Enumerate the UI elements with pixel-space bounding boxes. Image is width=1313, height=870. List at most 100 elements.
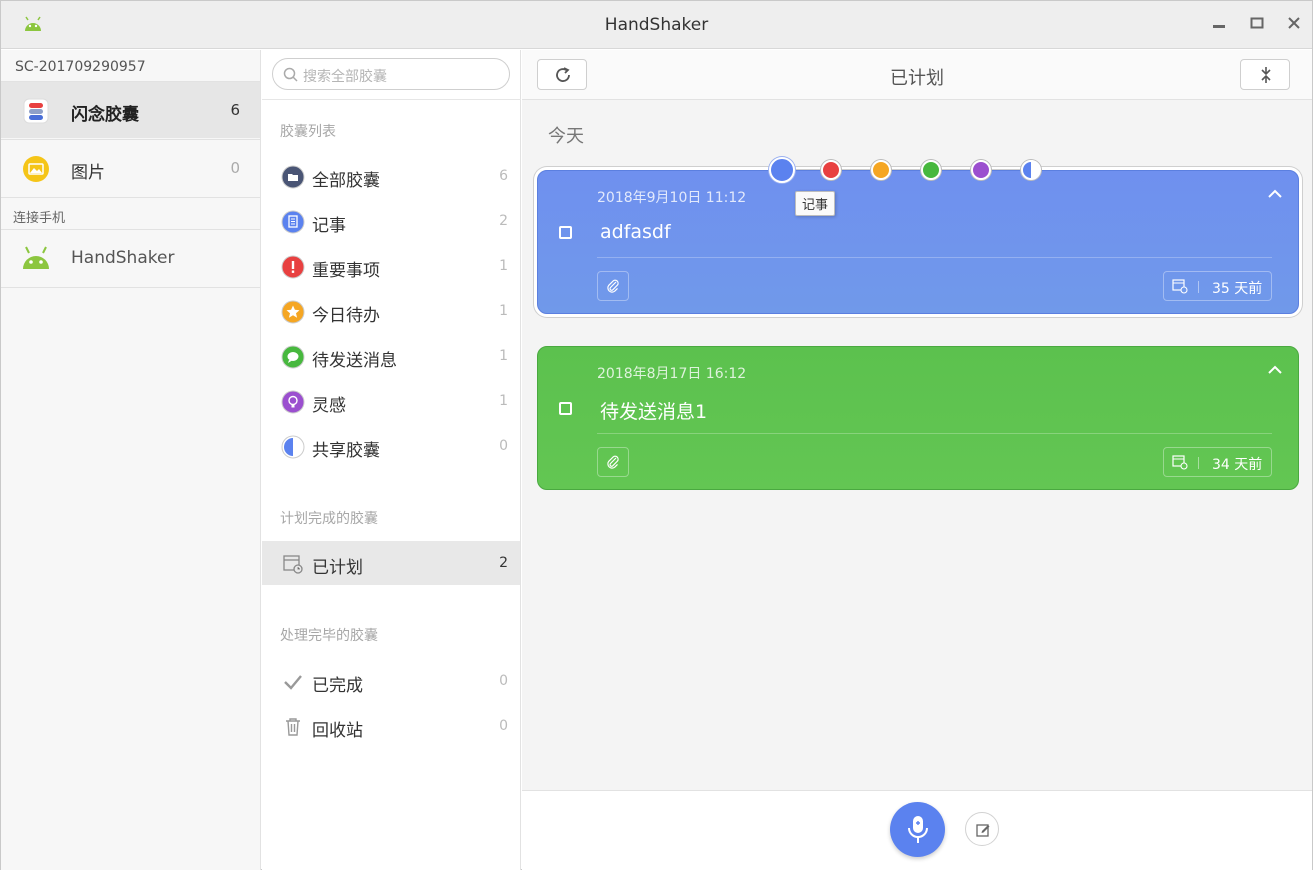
due-text: 35 天前 bbox=[1212, 281, 1263, 297]
sidebar-item-label: 图片 bbox=[71, 163, 105, 183]
check-icon bbox=[284, 675, 302, 690]
list-item-count: 1 bbox=[499, 258, 508, 274]
collapse-icon bbox=[1261, 67, 1271, 83]
collapse-all-button[interactable] bbox=[1240, 59, 1290, 90]
card-text[interactable]: adfasdf bbox=[600, 221, 671, 243]
color-option-green[interactable] bbox=[921, 160, 941, 180]
card-date: 2018年9月10日 11:12 bbox=[597, 190, 747, 206]
paperclip-icon bbox=[607, 279, 619, 293]
section-label: 计划完成的胶囊 bbox=[280, 511, 378, 527]
sidebar-item-count: 0 bbox=[230, 159, 240, 177]
title-bar: HandShaker bbox=[1, 1, 1312, 49]
bulb-icon bbox=[281, 390, 305, 414]
minimize-icon[interactable] bbox=[1209, 15, 1229, 35]
list-item-label: 记事 bbox=[312, 216, 346, 236]
sidebar-item-capsules[interactable]: 闪念胶囊 6 bbox=[1, 82, 260, 138]
card-date: 2018年8月17日 16:12 bbox=[597, 366, 747, 382]
list-item-pending-messages[interactable]: 待发送消息 1 bbox=[262, 334, 520, 378]
note-icon bbox=[281, 210, 305, 234]
list-item-count: 0 bbox=[499, 438, 508, 454]
capsule-panel: 搜索全部胶囊 胶囊列表 全部胶囊 6 记事 2 重要事项 1 今日待办 1 待发… bbox=[262, 50, 521, 870]
section-label: 处理完毕的胶囊 bbox=[280, 628, 378, 644]
calendar-icon bbox=[1172, 279, 1188, 294]
calendar-icon bbox=[283, 555, 303, 574]
list-item-count: 1 bbox=[499, 348, 508, 364]
device-id: SC-201709290957 bbox=[15, 59, 146, 75]
group-label: 今天 bbox=[548, 126, 584, 147]
search-icon bbox=[283, 67, 298, 82]
list-item-count: 0 bbox=[499, 673, 508, 689]
list-item-completed[interactable]: 已完成 0 bbox=[262, 659, 520, 703]
android-icon bbox=[23, 246, 49, 269]
main-panel: 已计划 今天 2018年9月10日 11:12 adfasdf 35 天前 记事… bbox=[522, 50, 1312, 870]
color-option-shared[interactable] bbox=[1021, 160, 1041, 180]
sidebar-item-label: 闪念胶囊 bbox=[71, 105, 139, 125]
list-item-trash[interactable]: 回收站 0 bbox=[262, 704, 520, 748]
complete-checkbox[interactable] bbox=[559, 402, 572, 415]
paperclip-icon bbox=[607, 455, 619, 469]
list-item-label: 已完成 bbox=[312, 676, 363, 696]
complete-checkbox[interactable] bbox=[559, 226, 572, 239]
list-item-planned[interactable]: 已计划 2 bbox=[262, 541, 520, 585]
page-title: 已计划 bbox=[890, 68, 944, 89]
new-capsule-button[interactable] bbox=[965, 812, 999, 846]
due-date-button[interactable]: 34 天前 bbox=[1163, 447, 1272, 477]
attach-button[interactable] bbox=[597, 447, 629, 477]
due-text: 34 天前 bbox=[1212, 457, 1263, 473]
list-item-count: 1 bbox=[499, 303, 508, 319]
share-icon bbox=[281, 435, 305, 459]
color-option-orange[interactable] bbox=[871, 160, 891, 180]
message-icon bbox=[281, 345, 305, 369]
calendar-icon bbox=[1172, 455, 1188, 470]
capsule-card[interactable]: 2018年9月10日 11:12 adfasdf 35 天前 bbox=[537, 170, 1299, 314]
sidebar-item-images[interactable]: 图片 0 bbox=[1, 140, 260, 196]
color-option-blue[interactable] bbox=[769, 157, 795, 183]
due-date-button[interactable]: 35 天前 bbox=[1163, 271, 1272, 301]
list-item-label: 已计划 bbox=[312, 558, 363, 578]
edit-icon bbox=[976, 824, 990, 837]
color-option-purple[interactable] bbox=[971, 160, 991, 180]
close-icon[interactable] bbox=[1284, 15, 1304, 35]
sidebar-item-phone[interactable]: HandShaker bbox=[1, 230, 260, 286]
device-sidebar: SC-201709290957 闪念胶囊 6 图片 0 连接手机 HandSha… bbox=[1, 50, 261, 870]
list-item-inspiration[interactable]: 灵感 1 bbox=[262, 379, 520, 423]
sidebar-item-label: HandShaker bbox=[71, 248, 175, 268]
card-text[interactable]: 待发送消息1 bbox=[600, 397, 707, 424]
list-item-count: 2 bbox=[499, 555, 508, 571]
maximize-icon[interactable] bbox=[1247, 15, 1267, 35]
main-header: 已计划 bbox=[522, 50, 1312, 100]
app-window: HandShaker SC-201709290957 闪念胶囊 6 图片 0 连… bbox=[0, 0, 1313, 870]
voice-input-button[interactable] bbox=[890, 802, 945, 857]
sidebar-item-count: 6 bbox=[230, 101, 240, 119]
list-item-today-todo[interactable]: 今日待办 1 bbox=[262, 289, 520, 333]
list-item-label: 回收站 bbox=[312, 721, 363, 741]
capsule-icon bbox=[23, 98, 49, 124]
color-tooltip: 记事 bbox=[795, 191, 836, 216]
list-item-label: 灵感 bbox=[312, 396, 346, 416]
list-item-label: 待发送消息 bbox=[312, 351, 397, 371]
list-item-count: 0 bbox=[499, 718, 508, 734]
card-divider bbox=[597, 257, 1272, 258]
list-item-important[interactable]: 重要事项 1 bbox=[262, 244, 520, 288]
list-item-notes[interactable]: 记事 2 bbox=[262, 199, 520, 243]
star-icon bbox=[281, 300, 305, 324]
list-item-label: 共享胶囊 bbox=[312, 441, 380, 461]
color-option-red[interactable] bbox=[821, 160, 841, 180]
attach-button[interactable] bbox=[597, 271, 629, 301]
chevron-up-icon[interactable] bbox=[1268, 365, 1282, 375]
list-item-all[interactable]: 全部胶囊 6 bbox=[262, 154, 520, 198]
card-divider bbox=[597, 433, 1272, 434]
color-palette bbox=[769, 157, 1041, 183]
search-placeholder: 搜索全部胶囊 bbox=[303, 69, 387, 85]
list-item-label: 全部胶囊 bbox=[312, 171, 380, 191]
all-capsules-icon bbox=[281, 165, 305, 189]
capsule-card[interactable]: 2018年8月17日 16:12 待发送消息1 34 天前 bbox=[537, 346, 1299, 490]
section-label: 胶囊列表 bbox=[280, 124, 336, 140]
list-item-count: 6 bbox=[499, 168, 508, 184]
image-icon bbox=[23, 156, 49, 182]
list-item-count: 2 bbox=[499, 213, 508, 229]
list-item-label: 重要事项 bbox=[312, 261, 380, 281]
search-input[interactable]: 搜索全部胶囊 bbox=[272, 58, 510, 90]
chevron-up-icon[interactable] bbox=[1268, 189, 1282, 199]
list-item-shared[interactable]: 共享胶囊 0 bbox=[262, 424, 520, 468]
